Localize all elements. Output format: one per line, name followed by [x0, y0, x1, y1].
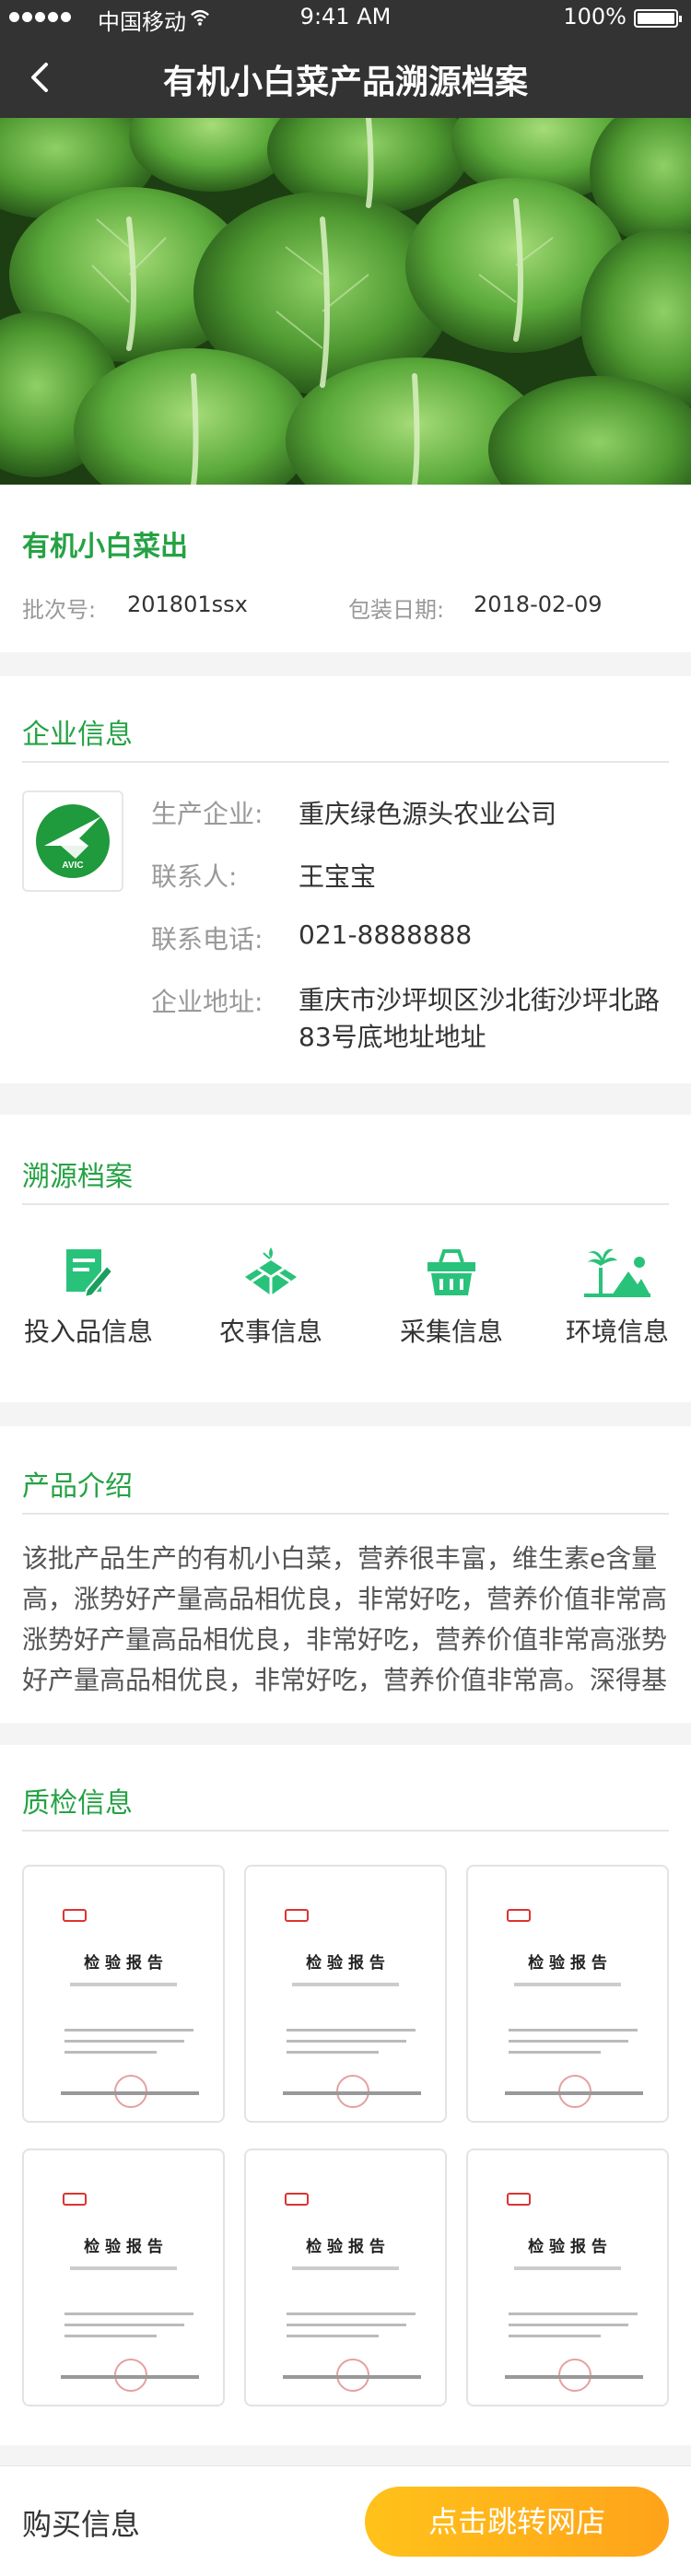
enterprise-field-value: 重庆绿色源头农业公司 — [299, 799, 557, 829]
purchase-bar: 购买信息 点击跳转网店 — [0, 2465, 691, 2576]
farming-icon — [245, 1247, 297, 1295]
product-hero-image — [0, 118, 691, 485]
avic-logo-icon: AVIC — [36, 804, 110, 878]
product-name: 有机小白菜出 — [22, 531, 188, 563]
package-date-value: 2018-02-09 — [474, 591, 603, 617]
inspection-report-thumbnail[interactable]: 检 验 报 告 — [244, 1865, 447, 2123]
page-title: 有机小白菜产品溯源档案 — [162, 64, 528, 101]
enterprise-card: 企业信息 AVIC 生产企业: 重庆绿色源头农业公司 联系人: 王宝宝 联系电话… — [0, 676, 691, 1083]
product-intro-card: 产品介绍 该批产品生产的有机小白菜，营养很丰富，维生素e含量高，涨势好产量高品相… — [0, 1426, 691, 1723]
inspection-report-thumbnail[interactable]: 检 验 报 告 — [244, 2149, 447, 2406]
landscape-icon — [584, 1248, 650, 1297]
go-to-shop-button[interactable]: 点击跳转网店 — [365, 2487, 669, 2557]
batch-value: 201801ssx — [127, 591, 248, 617]
product-info-card: 有机小白菜出 批次号: 201801ssx 包装日期: 2018-02-09 — [0, 485, 691, 652]
report-title: 检 验 报 告 — [528, 2238, 607, 2256]
trace-item-label: 采集信息 — [399, 1317, 503, 1347]
enterprise-field-value: 王宝宝 — [299, 861, 377, 892]
enterprise-field-label: 企业地址: — [151, 987, 264, 1017]
divider — [22, 1513, 669, 1515]
enterprise-phone[interactable]: 021-8888888 — [299, 919, 472, 950]
package-date-label: 包装日期: — [348, 597, 445, 623]
trace-item-farming[interactable]: 农事信息 — [197, 1244, 345, 1349]
battery-icon — [634, 9, 682, 28]
enterprise-field-label: 联系电话: — [151, 924, 264, 954]
trace-item-label: 农事信息 — [218, 1317, 322, 1347]
report-title: 检 验 报 告 — [528, 1954, 607, 1973]
battery-percent: 100% — [563, 4, 627, 29]
status-bar: 中国移动 9:41 AM 100% — [0, 0, 691, 37]
report-title: 检 验 报 告 — [306, 2238, 385, 2256]
nav-bar: 有机小白菜产品溯源档案 — [0, 37, 691, 118]
section-title-intro: 产品介绍 — [22, 1470, 133, 1503]
enterprise-field-label: 生产企业: — [151, 799, 264, 829]
inspection-report-thumbnail[interactable]: 检 验 报 告 — [466, 1865, 669, 2123]
report-title: 检 验 报 告 — [306, 1954, 385, 1973]
quality-card: 质检信息 检 验 报 告 检 验 报 告 检 验 报 告 检 验 报 告 检 验… — [0, 1745, 691, 2445]
enterprise-logo: AVIC — [22, 790, 123, 892]
inspection-report-thumbnail[interactable]: 检 验 报 告 — [22, 1865, 225, 2123]
report-title: 检 验 报 告 — [84, 1954, 163, 1973]
section-title-enterprise: 企业信息 — [22, 719, 133, 751]
trace-item-inputs[interactable]: 投入品信息 — [15, 1244, 162, 1349]
trace-item-label: 环境信息 — [565, 1317, 669, 1347]
inspection-report-thumbnail[interactable]: 检 验 报 告 — [22, 2149, 225, 2406]
divider — [22, 1203, 669, 1205]
enterprise-address: 重庆市沙坪坝区沙北街沙坪北路83号底地址地址 — [299, 985, 661, 1052]
basket-icon — [427, 1249, 475, 1295]
trace-item-environment[interactable]: 环境信息 — [544, 1244, 691, 1349]
report-title: 检 验 报 告 — [84, 2238, 163, 2256]
svg-text:AVIC: AVIC — [62, 861, 83, 871]
section-title-trace: 溯源档案 — [22, 1161, 133, 1193]
trace-item-label: 投入品信息 — [23, 1317, 153, 1347]
product-intro-text: 该批产品生产的有机小白菜，营养很丰富，维生素e含量高，涨势好产量高品相优良，非常… — [22, 1543, 668, 1695]
go-to-shop-label: 点击跳转网店 — [427, 2504, 605, 2539]
trace-archive-card: 溯源档案 投入品信息 农事信息 采集信息 环境信息 — [0, 1115, 691, 1402]
batch-label: 批次号: — [22, 597, 97, 623]
trace-item-collection[interactable]: 采集信息 — [378, 1244, 525, 1349]
divider — [22, 761, 669, 763]
divider — [22, 1830, 669, 1832]
enterprise-field-label: 联系人: — [151, 861, 238, 892]
purchase-label: 购买信息 — [22, 2507, 141, 2542]
document-edit-icon — [66, 1249, 114, 1299]
section-title-quality: 质检信息 — [22, 1787, 133, 1820]
inspection-report-thumbnail[interactable]: 检 验 报 告 — [466, 2149, 669, 2406]
